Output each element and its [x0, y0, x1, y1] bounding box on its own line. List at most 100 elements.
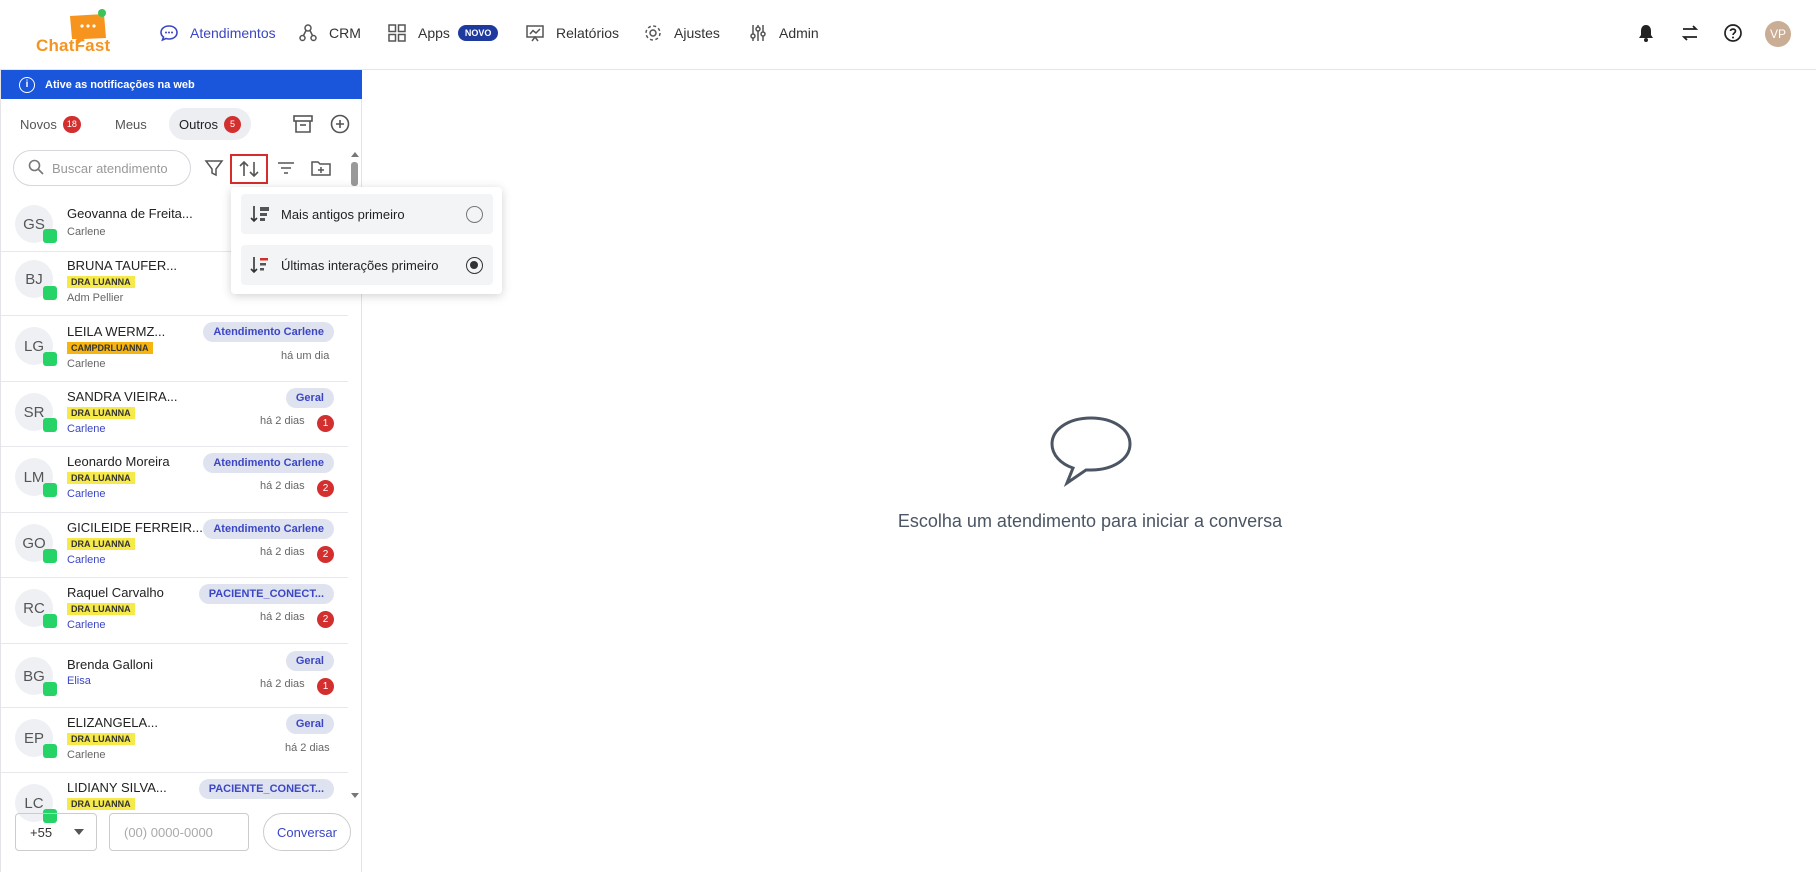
whatsapp-icon: [43, 744, 57, 758]
agent-name: Carlene: [67, 423, 106, 435]
unread-count: 1: [317, 678, 334, 695]
nav-apps[interactable]: Apps NOVO: [386, 0, 499, 66]
queue-badge: Geral: [285, 388, 334, 408]
start-conversation-button[interactable]: Conversar: [263, 813, 351, 851]
agent-name: Carlene: [67, 749, 106, 761]
brand-name: ChatFast: [36, 36, 111, 55]
chat-bubble-icon: [158, 22, 180, 44]
queue-badge: PACIENTE_CONECT...: [198, 584, 334, 604]
tab-outros[interactable]: Outros 5: [169, 108, 252, 140]
nav-label: Ajustes: [674, 25, 720, 41]
add-circle-icon[interactable]: [329, 113, 353, 137]
queue-badge: Geral: [285, 651, 334, 671]
phone-input[interactable]: (00) 0000-0000: [109, 813, 249, 851]
archive-icon[interactable]: [292, 113, 316, 137]
conversation-list: GS Geovanna de Freita... Carlene BJ BRUN…: [1, 196, 348, 878]
tab-label: Outros: [179, 116, 219, 132]
queue-badge: Geral: [285, 714, 334, 734]
contact-name: Raquel Carvalho: [67, 585, 164, 600]
tag-label: CAMPDRLUANNA: [67, 342, 153, 354]
conversation-item[interactable]: LG LEILA WERMZ... CAMPDRLUANNA Carlene A…: [1, 316, 348, 382]
last-interaction-time: há 2 dias: [260, 415, 305, 427]
radio-selected[interactable]: [466, 256, 483, 274]
scroll-up-arrow-icon[interactable]: [350, 150, 360, 158]
contact-name: GICILEIDE FERREIR...: [67, 520, 203, 535]
tab-label: Meus: [115, 116, 147, 132]
conversation-item[interactable]: BG Brenda Galloni Elisa Geral há 2 dias …: [1, 644, 348, 708]
info-icon: i: [19, 76, 35, 93]
whatsapp-icon: [43, 286, 57, 300]
sort-option-oldest[interactable]: Mais antigos primeiro: [241, 194, 493, 234]
whatsapp-icon: [43, 229, 57, 243]
folder-add-icon[interactable]: [306, 150, 336, 186]
nav-label: Admin: [779, 25, 819, 41]
nav-admin[interactable]: Admin: [747, 0, 819, 66]
agent-name: Carlene: [67, 358, 106, 370]
contact-name: SANDRA VIEIRA...: [67, 389, 178, 404]
conversation-item[interactable]: EP ELIZANGELA... DRA LUANNA Carlene Gera…: [1, 708, 348, 773]
whatsapp-icon: [43, 352, 57, 366]
tag-label: DRA LUANNA: [67, 276, 135, 288]
filter-lines-icon[interactable]: [271, 150, 301, 186]
tab-count: 18: [62, 115, 81, 133]
whatsapp-icon: [43, 483, 57, 497]
sort-oldest-icon: [250, 206, 269, 223]
sort-arrows-icon[interactable]: [230, 154, 268, 184]
agent-name: Carlene: [67, 488, 106, 500]
user-avatar[interactable]: VP: [1765, 21, 1791, 47]
filter-funnel-icon[interactable]: [199, 150, 229, 186]
phone-placeholder: (00) 0000-0000: [124, 824, 213, 840]
last-interaction-time: há 2 dias: [260, 546, 305, 558]
sort-option-latest[interactable]: Últimas interações primeiro: [241, 245, 493, 285]
search-input[interactable]: Buscar atendimento: [13, 150, 191, 186]
agent-name: Carlene: [67, 619, 106, 631]
help-icon[interactable]: [1720, 20, 1746, 46]
last-interaction-time: há 2 dias: [260, 611, 305, 623]
scrollbar-thumb[interactable]: [351, 162, 358, 186]
agent-name: Elisa: [67, 675, 91, 687]
nav-relatorios[interactable]: Relatórios: [524, 0, 619, 66]
crm-nodes-icon: [297, 22, 319, 44]
contact-name: BRUNA TAUFER...: [67, 258, 178, 273]
sort-menu: Mais antigos primeiro Últimas interações…: [231, 187, 502, 294]
whatsapp-icon: [43, 549, 57, 563]
conversation-item[interactable]: SR SANDRA VIEIRA... DRA LUANNA Carlene G…: [1, 382, 348, 447]
last-interaction-time: há 2 dias: [260, 678, 305, 690]
gear-icon: [642, 22, 664, 44]
notification-banner[interactable]: i Ative as notificações na web: [1, 70, 362, 99]
notification-text: Ative as notificações na web: [45, 78, 195, 91]
nav-label: Relatórios: [556, 25, 620, 41]
country-code-select[interactable]: +55: [15, 813, 97, 851]
apps-grid-icon: [386, 22, 408, 44]
nav-atendimentos[interactable]: Atendimentos: [158, 0, 276, 66]
caret-down-icon: [74, 829, 84, 835]
conversation-item[interactable]: RC Raquel Carvalho DRA LUANNA Carlene PA…: [1, 578, 348, 644]
whatsapp-icon: [43, 418, 57, 432]
speech-bubble-icon: [1048, 415, 1134, 492]
agent-name: Carlene: [67, 554, 106, 566]
conversation-item[interactable]: LM Leonardo Moreira DRA LUANNA Carlene A…: [1, 447, 348, 513]
bell-icon[interactable]: [1633, 20, 1659, 46]
unread-count: 1: [317, 415, 334, 432]
nav-label: Atendimentos: [190, 25, 276, 41]
sliders-icon: [747, 22, 769, 44]
agent-name: Carlene: [67, 226, 106, 238]
nav-ajustes[interactable]: Ajustes: [642, 0, 720, 66]
tab-count: 5: [224, 115, 242, 133]
nav-crm[interactable]: CRM: [297, 0, 361, 66]
conversation-item[interactable]: GO GICILEIDE FERREIR... DRA LUANNA Carle…: [1, 513, 348, 578]
transfer-arrows-icon[interactable]: [1677, 20, 1703, 46]
contact-name: LEILA WERMZ...: [67, 324, 166, 339]
scroll-down-arrow-icon[interactable]: [350, 792, 360, 800]
contact-name: Leonardo Moreira: [67, 454, 170, 469]
queue-badge: Atendimento Carlene: [203, 453, 334, 473]
country-code-value: +55: [30, 824, 53, 840]
radio-unselected[interactable]: [466, 205, 483, 223]
sort-option-label: Últimas interações primeiro: [281, 257, 439, 273]
contact-name: LIDIANY SILVA...: [67, 780, 167, 795]
tab-meus[interactable]: Meus: [105, 108, 157, 140]
unread-count: 2: [317, 611, 334, 628]
tab-novos[interactable]: Novos 18: [10, 108, 91, 140]
tag-label: DRA LUANNA: [67, 603, 135, 615]
agent-name: Adm Pellier: [67, 292, 124, 304]
